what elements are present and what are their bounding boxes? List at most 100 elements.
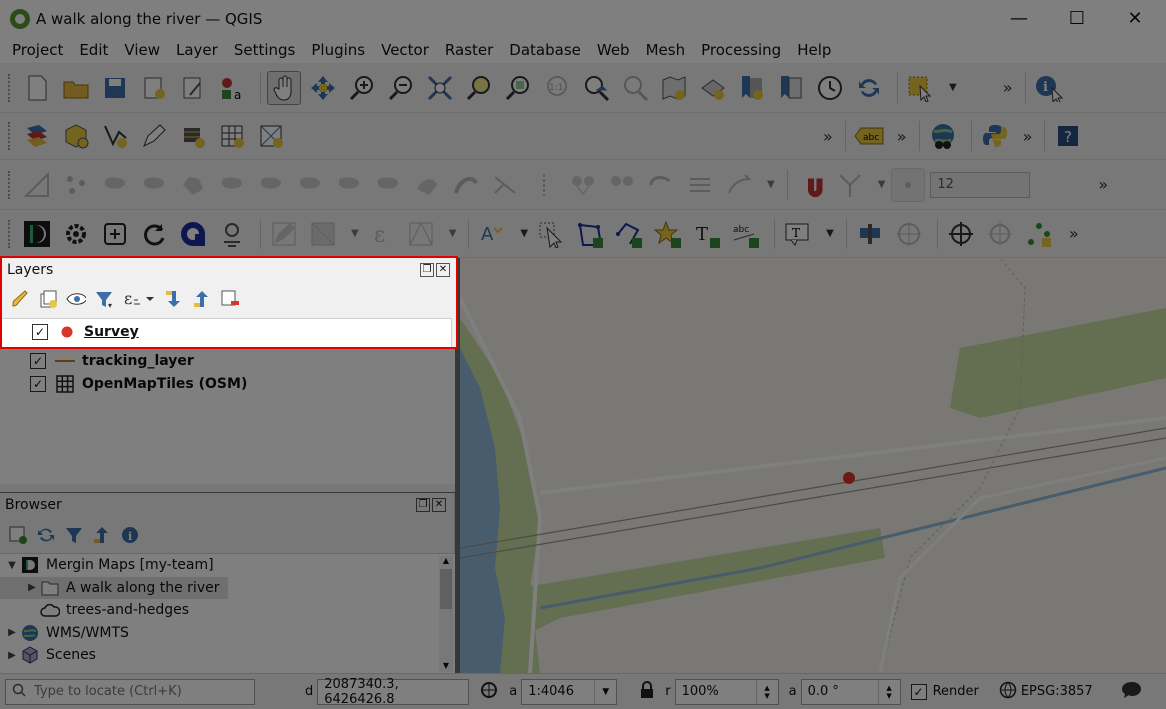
open-project-button[interactable] xyxy=(59,71,93,105)
dropdown-arrow[interactable]: ▼ xyxy=(520,228,528,239)
fill-ring-button[interactable] xyxy=(293,168,327,202)
expand-arrow[interactable]: ▶ xyxy=(4,650,20,661)
crs-button[interactable]: EPSG:3857 xyxy=(1021,684,1093,699)
new-temporary-layer-button[interactable] xyxy=(176,119,210,153)
properties-info-icon[interactable]: i xyxy=(120,525,140,545)
add-line-feature-icon[interactable] xyxy=(612,217,646,251)
qfield-sync-icon[interactable] xyxy=(176,217,210,251)
zoom-to-layer-button[interactable] xyxy=(501,71,535,105)
select-label-icon[interactable] xyxy=(534,217,568,251)
vertex-tool-icon[interactable] xyxy=(1022,217,1056,251)
toolbar-overflow-button[interactable]: » xyxy=(1023,127,1033,146)
move-label-icon[interactable] xyxy=(983,217,1017,251)
browser-scrollbar[interactable]: ▲ ▼ xyxy=(439,556,453,672)
split-features-button[interactable] xyxy=(488,168,522,202)
collapse-all-icon[interactable] xyxy=(92,525,112,545)
zoom-native-button[interactable]: 1:1 xyxy=(540,71,574,105)
toolbar-grip[interactable] xyxy=(8,73,14,102)
layer-visibility-checkbox[interactable]: ✓ xyxy=(30,375,46,392)
magnifier-field[interactable]: 100% ▲ ▼ xyxy=(674,678,779,705)
menu-vector[interactable]: Vector xyxy=(373,41,437,59)
menu-mesh[interactable]: Mesh xyxy=(638,41,694,59)
mergin-create-project-icon[interactable] xyxy=(98,217,132,251)
snapping-tolerance-input[interactable]: 12 xyxy=(930,171,1031,198)
render-checkbox[interactable]: ✓ xyxy=(910,683,927,700)
toolbar-overflow-button[interactable]: » xyxy=(897,127,907,146)
filter-legend-icon[interactable]: ▾ xyxy=(94,289,114,309)
close-panel-button[interactable]: ✕ xyxy=(436,263,450,277)
menu-help[interactable]: Help xyxy=(789,41,839,59)
toolbar-overflow-button[interactable]: » xyxy=(823,127,833,146)
triangulate-icon[interactable] xyxy=(404,217,438,251)
add-text-annotation-icon[interactable]: T xyxy=(690,217,724,251)
mergin-maps-icon[interactable] xyxy=(20,217,54,251)
rotate-feature-button[interactable] xyxy=(98,168,132,202)
zoom-out-button[interactable] xyxy=(384,71,418,105)
new-bookmark-button[interactable] xyxy=(735,71,769,105)
select-dropdown-arrow[interactable]: ▼ xyxy=(949,82,957,93)
float-panel-button[interactable]: ❐ xyxy=(416,498,430,512)
messages-icon[interactable] xyxy=(1121,680,1143,704)
pan-to-selection-button[interactable] xyxy=(306,71,340,105)
new-shapefile-layer-button[interactable] xyxy=(98,119,132,153)
expand-arrow[interactable]: ▼ xyxy=(4,560,20,571)
zoom-next-button[interactable] xyxy=(618,71,652,105)
zoom-last-button[interactable] xyxy=(579,71,613,105)
toggle-extents-icon[interactable] xyxy=(479,680,499,704)
dropdown-arrow[interactable]: ▼ xyxy=(767,179,775,190)
delete-part-button[interactable] xyxy=(371,168,405,202)
dropdown-arrow[interactable]: ▼ xyxy=(351,228,359,239)
add-group-icon[interactable] xyxy=(38,289,58,309)
style-panel-brush-icon[interactable] xyxy=(10,289,30,309)
menu-edit[interactable]: Edit xyxy=(71,41,116,59)
dropdown-arrow[interactable]: ▼ xyxy=(826,228,834,239)
toolbar-grip[interactable] xyxy=(8,170,14,199)
digitize-with-pen-button[interactable] xyxy=(137,119,171,153)
new-print-layout-button[interactable] xyxy=(137,71,171,105)
menu-settings[interactable]: Settings xyxy=(226,41,304,59)
layer-visibility-checkbox[interactable]: ✓ xyxy=(30,353,46,370)
browser-item-walk[interactable]: ▶ A walk along the river xyxy=(0,576,228,599)
collapse-all-icon[interactable] xyxy=(192,289,212,309)
remove-layer-icon[interactable] xyxy=(220,289,240,309)
menu-raster[interactable]: Raster xyxy=(437,41,501,59)
offset-curve-button[interactable] xyxy=(449,168,483,202)
toolbar-grip[interactable] xyxy=(8,219,14,248)
lock-icon[interactable] xyxy=(639,680,655,703)
map-canvas[interactable] xyxy=(460,258,1166,673)
menu-database[interactable]: Database xyxy=(501,41,589,59)
rotation-field[interactable]: 0.0 ° ▲ ▼ xyxy=(800,678,901,705)
float-panel-button[interactable]: ❐ xyxy=(420,263,434,277)
python-console-button[interactable] xyxy=(978,119,1012,153)
dropdown-arrow[interactable]: ▼ xyxy=(878,179,886,190)
browser-item-trees[interactable]: trees-and-hedges xyxy=(0,599,455,622)
mergin-sync-icon[interactable] xyxy=(137,217,171,251)
save-project-button[interactable] xyxy=(98,71,132,105)
zoom-in-button[interactable] xyxy=(345,71,379,105)
layout-manager-button[interactable] xyxy=(176,71,210,105)
add-point-feature-star-icon[interactable] xyxy=(651,217,685,251)
expand-arrow[interactable]: ▶ xyxy=(24,582,40,593)
refresh-button[interactable] xyxy=(852,71,886,105)
pin-labels-icon[interactable] xyxy=(853,217,887,251)
manage-visibility-eye-icon[interactable] xyxy=(66,289,86,309)
minimize-button[interactable]: — xyxy=(990,0,1048,37)
layer-row-tracking[interactable]: ✓ tracking_layer xyxy=(0,350,455,373)
refresh-icon[interactable] xyxy=(36,525,56,545)
toolbar-overflow-button[interactable]: » xyxy=(1098,175,1108,194)
georeferencer-icon[interactable] xyxy=(306,217,340,251)
rotation-spinner[interactable]: ▲ ▼ xyxy=(877,679,900,704)
magnifier-spinner[interactable]: ▲ ▼ xyxy=(755,679,778,704)
menu-layer[interactable]: Layer xyxy=(168,41,226,59)
style-manager-button[interactable]: a xyxy=(215,71,249,105)
survey-point[interactable] xyxy=(843,472,855,484)
menu-processing[interactable]: Processing xyxy=(693,41,789,59)
split-symbol-icon[interactable]: ε xyxy=(365,217,399,251)
show-hide-labels-icon[interactable] xyxy=(892,217,926,251)
zoom-full-button[interactable] xyxy=(423,71,457,105)
close-button[interactable]: ✕ xyxy=(1106,0,1164,37)
text-annotation-icon[interactable]: T xyxy=(781,217,815,251)
scale-dropdown-arrow[interactable]: ▼ xyxy=(594,679,616,704)
toolbar-overflow-button[interactable]: » xyxy=(1003,78,1013,97)
layer-visibility-checkbox[interactable]: ✓ xyxy=(32,324,48,340)
